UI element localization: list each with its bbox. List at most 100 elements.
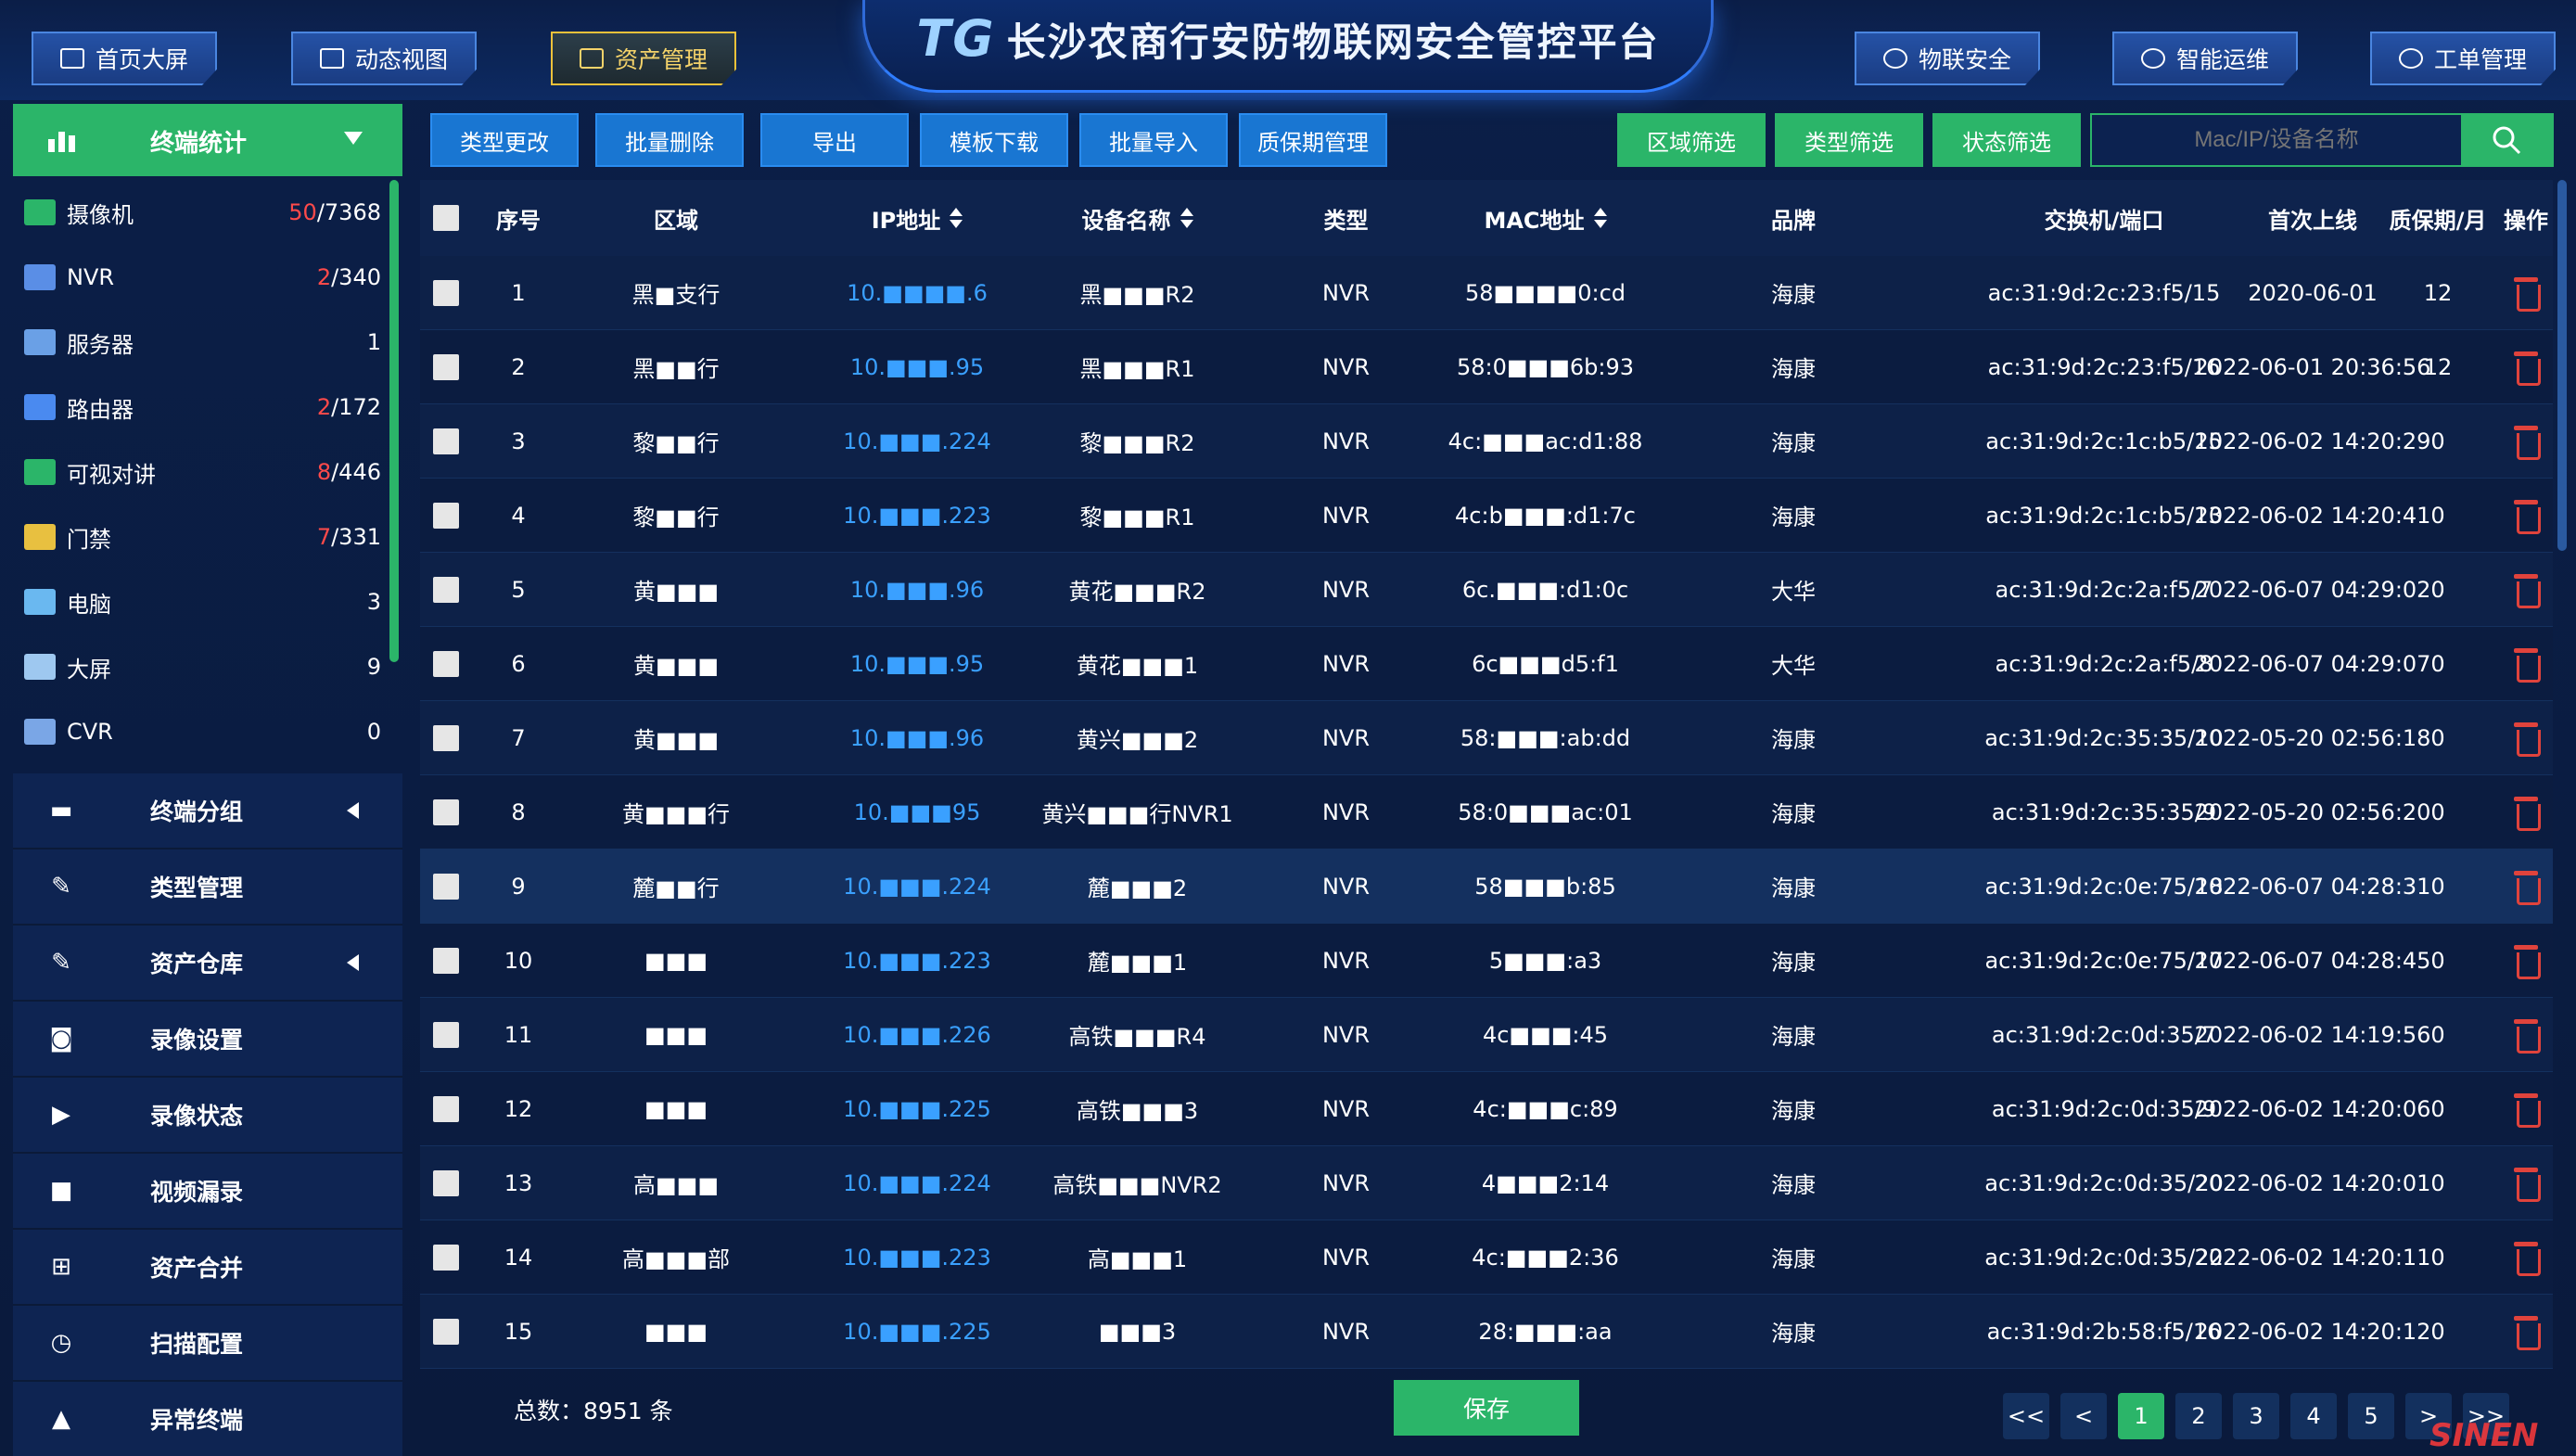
row-checkbox[interactable] xyxy=(433,428,459,454)
trash-icon[interactable] xyxy=(2512,1018,2541,1054)
row-select-cell[interactable] xyxy=(420,553,472,626)
table-row[interactable]: 5 黄■■■ 10.■■■.96 黄花■■■R2 NVR 6c.■■■:d1:0c 大华 ac… xyxy=(420,553,2553,627)
column-header-1[interactable]: 区域 xyxy=(565,180,787,256)
trash-icon[interactable] xyxy=(2512,573,2541,608)
row-checkbox[interactable] xyxy=(433,873,459,900)
stat-row-access-control[interactable]: 门禁 7/331 xyxy=(13,504,389,569)
filter-button-1[interactable]: 类型筛选 xyxy=(1775,113,1923,167)
row-select-cell[interactable] xyxy=(420,404,472,478)
stat-row-nvr[interactable]: NVR 2/340 xyxy=(13,245,389,310)
delete-cell[interactable] xyxy=(2498,849,2554,923)
action-button-0[interactable]: 类型更改 xyxy=(430,113,579,167)
nav-shield[interactable]: 物联安全 xyxy=(1855,32,2040,85)
caret-left-icon[interactable] xyxy=(347,802,359,819)
row-select-cell[interactable] xyxy=(420,998,472,1071)
page-button-4[interactable]: 3 xyxy=(2233,1393,2279,1439)
menu-item-7[interactable]: ◷ 扫描配置 xyxy=(13,1306,402,1382)
terminal-stats-header[interactable]: 终端统计 xyxy=(13,104,402,176)
column-header-8[interactable]: 首次上线 xyxy=(2248,180,2378,256)
row-checkbox[interactable] xyxy=(433,502,459,529)
filter-button-2[interactable]: 状态筛选 xyxy=(1932,113,2081,167)
menu-item-0[interactable]: ▬ 终端分组 xyxy=(13,773,402,849)
stat-row-computer[interactable]: 电脑 3 xyxy=(13,569,389,634)
table-row[interactable]: 11 ■■■ 10.■■■.226 高铁■■■R4 NVR 4c■■■:45 海康 ac:31… xyxy=(420,998,2553,1072)
delete-cell[interactable] xyxy=(2498,775,2554,849)
trash-icon[interactable] xyxy=(2512,944,2541,979)
row-checkbox[interactable] xyxy=(433,724,459,751)
select-all-checkbox[interactable] xyxy=(433,205,459,231)
nav-monitor[interactable]: 首页大屏 xyxy=(32,32,217,85)
table-row[interactable]: 15 ■■■ 10.■■■.225 ■■■3 NVR 28:■■■:aa 海康 ac:31:9… xyxy=(420,1295,2553,1369)
row-select-cell[interactable] xyxy=(420,1072,472,1145)
stat-row-intercom[interactable]: 可视对讲 8/446 xyxy=(13,440,389,504)
sidebar-scrollbar[interactable] xyxy=(389,180,399,662)
table-scrollbar[interactable] xyxy=(2557,180,2567,551)
trash-icon[interactable] xyxy=(2512,1092,2541,1128)
action-button-4[interactable]: 批量导入 xyxy=(1079,113,1228,167)
row-checkbox[interactable] xyxy=(433,798,459,825)
row-checkbox[interactable] xyxy=(433,650,459,677)
table-row[interactable]: 9 麓■■行 10.■■■.224 麓■■■2 NVR 58■■■b:85 海康 ac:31:… xyxy=(420,849,2553,924)
row-checkbox[interactable] xyxy=(433,1095,459,1122)
trash-icon[interactable] xyxy=(2512,722,2541,757)
table-row[interactable]: 6 黄■■■ 10.■■■.95 黄花■■■1 NVR 6c■■■d5:f1 大华 ac:31… xyxy=(420,627,2553,701)
trash-icon[interactable] xyxy=(2512,796,2541,831)
row-select-cell[interactable] xyxy=(420,775,472,849)
delete-cell[interactable] xyxy=(2498,256,2554,329)
column-header-10[interactable]: 操作 xyxy=(2498,180,2554,256)
row-select-cell[interactable] xyxy=(420,330,472,403)
column-header-5[interactable]: MAC地址 xyxy=(1464,180,1626,256)
delete-cell[interactable] xyxy=(2498,479,2554,552)
row-select-cell[interactable] xyxy=(420,1146,472,1220)
column-header-0[interactable]: 序号 xyxy=(472,180,565,256)
menu-item-6[interactable]: ⊞ 资产合并 xyxy=(13,1230,402,1306)
delete-cell[interactable] xyxy=(2498,553,2554,626)
delete-cell[interactable] xyxy=(2498,330,2554,403)
delete-cell[interactable] xyxy=(2498,924,2554,997)
table-row[interactable]: 14 高■■■部 10.■■■.223 高■■■1 NVR 4c:■■■2:36 海康 ac:… xyxy=(420,1220,2553,1295)
nav-chart[interactable]: 动态视图 xyxy=(291,32,477,85)
menu-item-2[interactable]: ✎ 资产仓库 xyxy=(13,926,402,1002)
page-button-2[interactable]: 1 xyxy=(2118,1393,2164,1439)
row-select-cell[interactable] xyxy=(420,1220,472,1294)
trash-icon[interactable] xyxy=(2512,647,2541,683)
trash-icon[interactable] xyxy=(2512,425,2541,460)
sort-icon[interactable] xyxy=(950,208,963,228)
page-button-1[interactable]: < xyxy=(2060,1393,2107,1439)
column-header-4[interactable]: 类型 xyxy=(1228,180,1464,256)
action-button-3[interactable]: 模板下载 xyxy=(920,113,1068,167)
delete-cell[interactable] xyxy=(2498,998,2554,1071)
table-row[interactable]: 3 黎■■行 10.■■■.224 黎■■■R2 NVR 4c:■■■ac:d1:88 海康… xyxy=(420,404,2553,479)
table-row[interactable]: 8 黄■■■行 10.■■■95 黄兴■■■行NVR1 NVR 58:0■■■ac:01 海… xyxy=(420,775,2553,849)
row-checkbox[interactable] xyxy=(433,353,459,380)
stat-row-server[interactable]: 服务器 1 xyxy=(13,310,389,375)
menu-item-1[interactable]: ✎ 类型管理 xyxy=(13,849,402,926)
stat-row-router[interactable]: 路由器 2/172 xyxy=(13,375,389,440)
save-button[interactable]: 保存 xyxy=(1394,1380,1579,1436)
delete-cell[interactable] xyxy=(2498,1295,2554,1368)
stat-row-screen[interactable]: 大屏 9 xyxy=(13,634,389,699)
table-row[interactable]: 1 黑■支行 10.■■■■.6 黑■■■R2 NVR 58■■■■0:cd 海康 ac:31… xyxy=(420,256,2553,330)
delete-cell[interactable] xyxy=(2498,1146,2554,1220)
trash-icon[interactable] xyxy=(2512,276,2541,312)
table-row[interactable]: 2 黑■■行 10.■■■.95 黑■■■R1 NVR 58:0■■■6b:93 海康 ac:… xyxy=(420,330,2553,404)
menu-item-3[interactable]: ◙ 录像设置 xyxy=(13,1002,402,1078)
table-row[interactable]: 12 ■■■ 10.■■■.225 高铁■■■3 NVR 4c:■■■c:89 海康 ac:3… xyxy=(420,1072,2553,1146)
trash-icon[interactable] xyxy=(2512,1315,2541,1350)
row-checkbox[interactable] xyxy=(433,576,459,603)
column-header-6[interactable]: 品牌 xyxy=(1626,180,1960,256)
stat-row-cvr[interactable]: CVR 0 xyxy=(13,699,389,764)
menu-item-8[interactable]: ▲ 异常终端 xyxy=(13,1382,402,1456)
delete-cell[interactable] xyxy=(2498,404,2554,478)
row-select-cell[interactable] xyxy=(420,1295,472,1368)
row-select-cell[interactable] xyxy=(420,849,472,923)
delete-cell[interactable] xyxy=(2498,1072,2554,1145)
caret-left-icon[interactable] xyxy=(347,954,359,971)
nav-document[interactable]: 工单管理 xyxy=(2370,32,2556,85)
row-checkbox[interactable] xyxy=(433,1021,459,1048)
row-checkbox[interactable] xyxy=(433,279,459,306)
delete-cell[interactable] xyxy=(2498,1220,2554,1294)
caret-down-icon[interactable] xyxy=(344,132,363,145)
row-select-cell[interactable] xyxy=(420,701,472,774)
action-button-1[interactable]: 批量删除 xyxy=(595,113,744,167)
